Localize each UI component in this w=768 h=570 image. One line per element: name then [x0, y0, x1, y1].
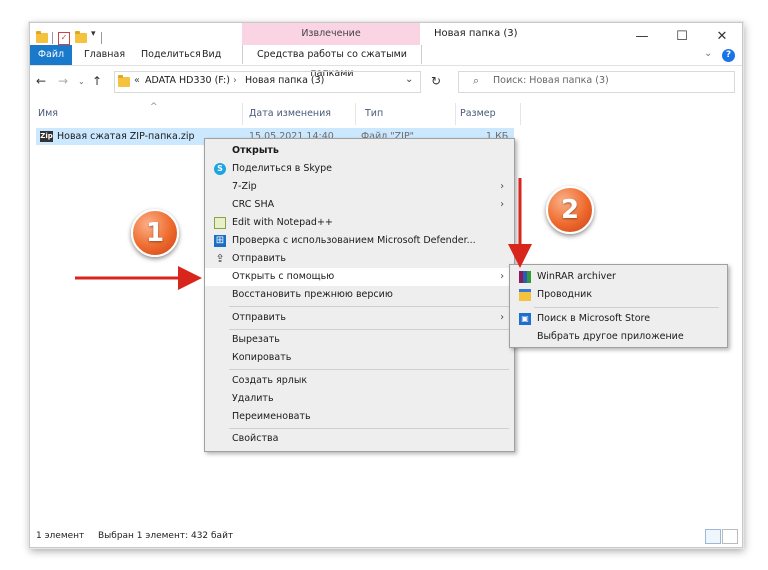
step-2-badge: 2 [546, 186, 594, 234]
annotation-layer [75, 178, 532, 290]
step-1-badge: 1 [131, 209, 179, 257]
